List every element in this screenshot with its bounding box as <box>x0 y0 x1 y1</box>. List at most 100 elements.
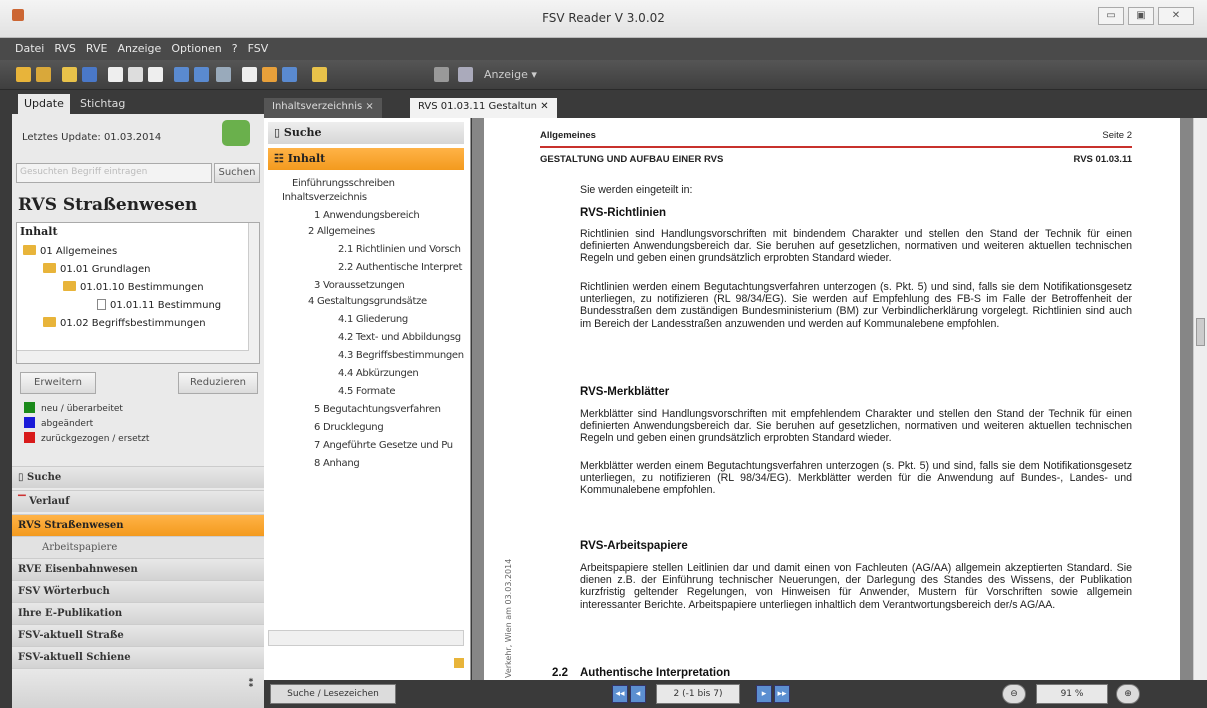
search-button[interactable]: Suchen <box>214 163 260 183</box>
tree-item[interactable]: 01.02 Begriffsbestimmungen <box>43 317 206 329</box>
zoom-in-button[interactable]: ⊕ <box>1116 684 1140 704</box>
tab-stichtag[interactable]: Stichtag <box>74 94 131 114</box>
next-page-icon[interactable]: ▸ <box>756 685 772 703</box>
folder-icon <box>63 281 76 291</box>
maximize-button[interactable]: ▣ <box>1128 7 1154 25</box>
nav-rvs-strassenwesen[interactable]: RVS Straßenwesen <box>12 514 264 536</box>
nav-verlauf[interactable]: ▔ Verlauf <box>12 490 264 512</box>
tab-rvs-document[interactable]: RVS 01.03.11 Gestaltun ✕ <box>410 98 557 118</box>
toc-item[interactable]: 6 Drucklegung <box>314 422 384 433</box>
toc-search-header[interactable]: ▯ Suche <box>268 122 464 144</box>
bookmark-icon[interactable] <box>312 67 327 82</box>
copy-icon[interactable] <box>148 67 163 82</box>
tab-update[interactable]: Update <box>18 94 70 114</box>
nav-arbeitspapiere[interactable]: Arbeitspapiere <box>12 536 264 558</box>
page-subheader-right: RVS 01.03.11 <box>1073 154 1132 165</box>
scroll-thumb[interactable] <box>1196 318 1205 346</box>
update-icon[interactable] <box>222 120 250 146</box>
open-icon[interactable] <box>16 67 31 82</box>
page-indicator[interactable]: 2 (-1 bis 7) <box>656 684 740 704</box>
tree-label: 01.02 Begriffsbestimmungen <box>60 318 206 329</box>
edit-icon[interactable] <box>36 67 51 82</box>
tree-item[interactable]: 01.01.11 Bestimmung <box>97 299 221 311</box>
menu-bar: Datei RVS RVE Anzeige Optionen? FSV <box>0 38 1207 60</box>
zoom-level[interactable]: 91 % <box>1036 684 1108 704</box>
toc-item[interactable]: 4.1 Gliederung <box>338 314 408 325</box>
reduce-button[interactable]: Reduzieren <box>178 372 258 394</box>
menu-fsv[interactable]: FSV <box>243 38 274 55</box>
nav-e-publikation[interactable]: Ihre E-Publikation <box>12 602 264 624</box>
toc-item[interactable]: 2.1 Richtlinien und Vorsch <box>338 244 461 255</box>
nav-fsv-aktuell-schiene[interactable]: FSV-aktuell Schiene <box>12 646 264 668</box>
toc-item[interactable]: 2 Allgemeines <box>308 226 375 237</box>
toc-item[interactable]: 3 Voraussetzungen <box>314 280 405 291</box>
tree-item[interactable]: 01.01.10 Bestimmungen <box>63 281 204 293</box>
toc-item[interactable]: 7 Angeführte Gesetze und Pu <box>314 440 453 451</box>
collapse-arrow-icon[interactable] <box>454 658 464 668</box>
bottom-bar: Suche / Lesezeichen ◂◂ ◂ 2 (-1 bis 7) ▸ … <box>264 680 1207 708</box>
single-page-icon[interactable] <box>242 67 257 82</box>
nav-fsv-aktuell-strasse[interactable]: FSV-aktuell Straße <box>12 624 264 646</box>
save-icon[interactable] <box>82 67 97 82</box>
pages-icon[interactable] <box>128 67 143 82</box>
toc-item[interactable]: 4 Gestaltungsgrundsätze <box>308 296 427 307</box>
search-input[interactable]: Gesuchten Begriff eintragen <box>16 163 212 183</box>
toc-item[interactable]: 4.2 Text- und Abbildungsg <box>338 332 461 343</box>
expand-button[interactable]: Erweitern <box>20 372 96 394</box>
tree-label: 01.01.10 Bestimmungen <box>80 282 204 293</box>
app-window: FSV Reader V 3.0.02 ▭ ▣ ✕ Datei RVS RVE Anz… <box>0 0 1207 708</box>
menu-help[interactable]: ? <box>227 38 243 55</box>
tree-hscroll[interactable] <box>17 350 259 363</box>
toc-item[interactable]: 5 Begutachtungsverfahren <box>314 404 441 415</box>
close-tab-icon[interactable]: ✕ <box>540 101 548 112</box>
close-button[interactable]: ✕ <box>1158 7 1194 25</box>
toc-item[interactable]: 4.3 Begriffsbestimmungen <box>338 350 464 361</box>
expand-more-icon[interactable]: ⁑ <box>248 677 254 690</box>
page-icon[interactable] <box>108 67 123 82</box>
menu-anzeige[interactable]: Anzeige <box>112 38 166 55</box>
content-tree: Inhalt 01 Allgemeines 01.01 Grundlagen 0… <box>16 222 260 364</box>
nav-rve-eisenbahnwesen[interactable]: RVE Eisenbahnwesen <box>12 558 264 580</box>
last-page-icon[interactable]: ▸▸ <box>774 685 790 703</box>
tree-item[interactable]: 01 Allgemeines <box>23 245 117 257</box>
settings-icon[interactable] <box>458 67 473 82</box>
tree-vscroll[interactable] <box>248 223 259 351</box>
toc-item[interactable]: Inhaltsverzeichnis <box>282 192 367 203</box>
anzeige-label: Anzeige <box>484 68 528 81</box>
chart-icon[interactable] <box>434 67 449 82</box>
tree-item[interactable]: 01.01 Grundlagen <box>43 263 150 275</box>
menu-optionen[interactable]: Optionen <box>166 38 226 55</box>
tab-label: Inhaltsverzeichnis <box>272 101 363 112</box>
menu-rve[interactable]: RVE <box>81 38 113 55</box>
warning-icon[interactable] <box>62 67 77 82</box>
two-page-icon[interactable] <box>262 67 277 82</box>
section-title: RVS Straßenwesen <box>18 195 198 215</box>
zoom-out-button[interactable]: ⊖ <box>1002 684 1026 704</box>
zoom-out-icon[interactable] <box>194 67 209 82</box>
move-icon[interactable] <box>282 67 297 82</box>
toolbar: Anzeige ▾ <box>0 60 1207 90</box>
toc-hscroll[interactable] <box>268 630 464 646</box>
first-page-icon[interactable]: ◂◂ <box>612 685 628 703</box>
menu-rvs[interactable]: RVS <box>49 38 81 55</box>
prev-page-icon[interactable]: ◂ <box>630 685 646 703</box>
minimize-button[interactable]: ▭ <box>1098 7 1124 25</box>
menu-datei[interactable]: Datei <box>10 38 49 55</box>
toc-content-header[interactable]: ☷ Inhalt <box>268 148 464 170</box>
document-vscroll[interactable] <box>1193 118 1207 680</box>
search-bookmarks-button[interactable]: Suche / Lesezeichen <box>270 684 396 704</box>
toc-item[interactable]: 1 Anwendungsbereich <box>314 210 420 221</box>
fit-icon[interactable] <box>216 67 231 82</box>
zoom-in-icon[interactable] <box>174 67 189 82</box>
toc-item[interactable]: 4.5 Formate <box>338 386 395 397</box>
document-icon <box>97 299 106 310</box>
nav-fsv-woerterbuch[interactable]: FSV Wörterbuch <box>12 580 264 602</box>
toc-item[interactable]: 8 Anhang <box>314 458 360 469</box>
toc-item[interactable]: 4.4 Abkürzungen <box>338 368 419 379</box>
anzeige-dropdown[interactable]: Anzeige ▾ <box>484 68 537 81</box>
nav-suche[interactable]: ▯ Suche <box>12 466 264 488</box>
tab-inhaltsverzeichnis[interactable]: Inhaltsverzeichnis × <box>264 98 382 118</box>
toc-item[interactable]: Einführungsschreiben <box>292 178 395 189</box>
toc-item[interactable]: 2.2 Authentische Interpret <box>338 262 462 273</box>
title-bar: FSV Reader V 3.0.02 ▭ ▣ ✕ <box>0 0 1207 38</box>
